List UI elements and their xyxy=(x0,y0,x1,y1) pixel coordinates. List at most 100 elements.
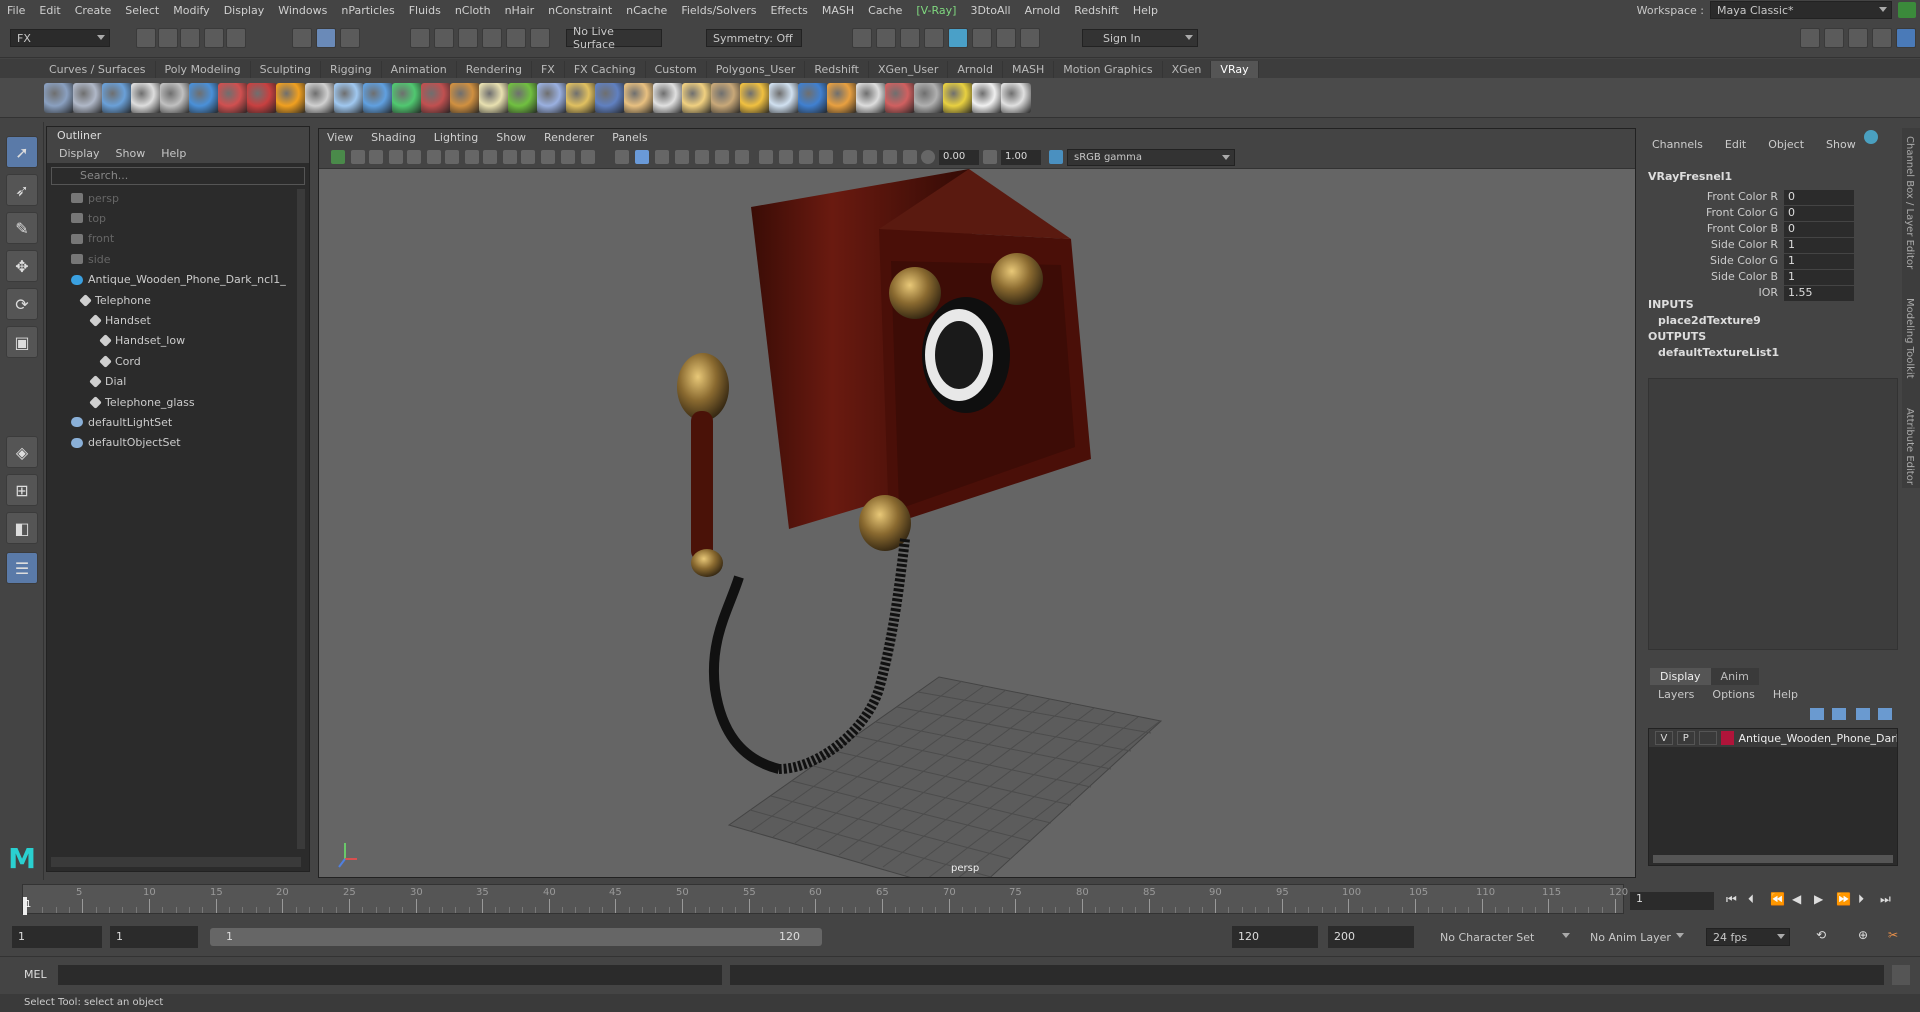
vray-shelf-icon-18[interactable] xyxy=(537,83,567,113)
xray-components-icon[interactable] xyxy=(883,150,897,164)
modeling-toolkit-icon[interactable] xyxy=(1800,28,1820,48)
vray-shelf-icon-23[interactable] xyxy=(682,83,712,113)
outliner-item-antique-wooden-phone-dark-ncl1[interactable]: Antique_Wooden_Phone_Dark_ncl1_ xyxy=(71,271,286,289)
smooth-shade-icon[interactable] xyxy=(635,150,649,164)
anim-prefs-icon[interactable]: ✂ xyxy=(1888,928,1898,942)
field-chart-icon[interactable] xyxy=(541,150,555,164)
vray-shelf-icon-28[interactable] xyxy=(827,83,857,113)
time-slider-bar[interactable]: 1 5 10 15 20 25 30 35 40 45 50 55 60 65 70 75 80 85 90 95 1… xyxy=(22,884,1628,915)
shelf-tab-xgen[interactable]: XGen xyxy=(1163,61,1212,78)
vray-shelf-icon-15[interactable] xyxy=(450,83,480,113)
xray-icon[interactable] xyxy=(843,150,857,164)
outliner-search-input[interactable]: Search... xyxy=(51,167,305,185)
anim-layer-dropdown[interactable]: No Anim Layer xyxy=(1584,928,1688,946)
move-layer-up-icon[interactable] xyxy=(1810,708,1824,720)
script-editor-icon[interactable] xyxy=(1892,965,1910,985)
camera-select-icon[interactable] xyxy=(351,150,365,164)
attribute-value-field[interactable]: 0 xyxy=(1784,206,1854,221)
layer-color-swatch[interactable] xyxy=(1720,731,1735,745)
playback-start-field[interactable]: 1 xyxy=(110,926,198,948)
outliner-item-cord[interactable]: Cord xyxy=(99,352,141,370)
outliner-menu-display[interactable]: Display xyxy=(59,147,100,161)
loop-icon[interactable]: ⟲ xyxy=(1816,928,1826,942)
anti-alias-icon[interactable] xyxy=(779,150,793,164)
vray-shelf-icon-19[interactable] xyxy=(566,83,596,113)
layer-scrollbar[interactable] xyxy=(1653,855,1893,863)
vray-shelf-icon-25[interactable] xyxy=(740,83,770,113)
menu-edit[interactable]: Edit xyxy=(32,4,67,17)
range-slider[interactable]: 1 120 xyxy=(210,928,822,946)
anim-start-field[interactable]: 1 xyxy=(12,926,102,948)
channelbox-menu-object[interactable]: Object xyxy=(1768,138,1804,151)
shelf-tab-arnold[interactable]: Arnold xyxy=(948,61,1003,78)
outliner-item-persp[interactable]: persp xyxy=(71,189,119,207)
shelf-tab-motion-graphics[interactable]: Motion Graphics xyxy=(1054,61,1163,78)
attribute-value-field[interactable]: 0 xyxy=(1784,222,1854,237)
shelf-tab-fx-caching[interactable]: FX Caching xyxy=(565,61,646,78)
render-stop-icon[interactable] xyxy=(996,28,1016,48)
shelf-tab-mash[interactable]: MASH xyxy=(1003,61,1055,78)
viewport-menu-lighting[interactable]: Lighting xyxy=(434,131,478,145)
menu-select[interactable]: Select xyxy=(118,4,166,17)
layer-menu-help[interactable]: Help xyxy=(1773,688,1798,701)
vray-shelf-icon-20[interactable] xyxy=(595,83,625,113)
ipr-icon[interactable] xyxy=(900,28,920,48)
snap-curve-icon[interactable] xyxy=(434,28,454,48)
menu-create[interactable]: Create xyxy=(68,4,119,17)
vray-shelf-icon-6[interactable] xyxy=(189,83,219,113)
four-pane-icon[interactable]: ⊞ xyxy=(6,474,38,506)
viewport-canvas[interactable]: persp xyxy=(319,169,1635,896)
menu-effects[interactable]: Effects xyxy=(763,4,814,17)
attribute-row-front-color-b[interactable]: Front Color B 0 xyxy=(1644,222,1900,237)
outliner-layout-icon[interactable]: ☰ xyxy=(6,552,38,584)
attribute-row-side-color-r[interactable]: Side Color R 1 xyxy=(1644,238,1900,253)
playback-end-field[interactable]: 120 xyxy=(1232,926,1318,948)
attribute-value-field[interactable]: 1 xyxy=(1784,238,1854,253)
vray-shelf-icon-26[interactable] xyxy=(769,83,799,113)
safe-action-icon[interactable] xyxy=(561,150,575,164)
outliner-item-handset-low[interactable]: Handset_low xyxy=(99,332,185,350)
step-forward-key-icon[interactable]: ⏩ xyxy=(1836,892,1851,906)
menu-ncache[interactable]: nCache xyxy=(619,4,674,17)
menu-windows[interactable]: Windows xyxy=(271,4,334,17)
go-to-end-icon[interactable]: ⏭ xyxy=(1880,892,1891,907)
outliner-item-defaultlightset[interactable]: defaultLightSet xyxy=(71,413,172,431)
channelbox-menu-show[interactable]: Show xyxy=(1826,138,1856,151)
rotate-tool-icon[interactable]: ⟳ xyxy=(6,288,38,320)
menu-help[interactable]: Help xyxy=(1126,4,1165,17)
vray-shelf-icon-17[interactable] xyxy=(508,83,538,113)
vray-shelf-icon-4[interactable] xyxy=(131,83,161,113)
menu-modify[interactable]: Modify xyxy=(166,4,216,17)
outliner-menu-show[interactable]: Show xyxy=(116,147,146,161)
menu-arnold[interactable]: Arnold xyxy=(1018,4,1068,17)
outliner-item-front[interactable]: front xyxy=(71,230,114,248)
vray-shelf-icon-12[interactable] xyxy=(363,83,393,113)
vray-shelf-icon-30[interactable] xyxy=(885,83,915,113)
two-pane-icon[interactable]: ◧ xyxy=(6,512,38,544)
menu-cache[interactable]: Cache xyxy=(861,4,909,17)
shelf-tab-rigging[interactable]: Rigging xyxy=(321,61,382,78)
attribute-value-field[interactable]: 1.55 xyxy=(1784,286,1854,301)
motion-blur-icon[interactable] xyxy=(759,150,773,164)
outliner-hscrollbar[interactable] xyxy=(51,857,301,867)
outliner-item-dial[interactable]: Dial xyxy=(89,373,126,391)
attribute-row-side-color-b[interactable]: Side Color B 1 xyxy=(1644,270,1900,285)
gamma-icon[interactable] xyxy=(983,150,997,164)
viewport-menu-view[interactable]: View xyxy=(327,131,353,145)
shelf-tab-sculpting[interactable]: Sculpting xyxy=(251,61,321,78)
vfb-icon[interactable] xyxy=(972,28,992,48)
layer-editor-icon[interactable] xyxy=(1896,28,1916,48)
mel-label[interactable]: MEL xyxy=(24,968,47,981)
outliner-item-telephone[interactable]: Telephone xyxy=(79,291,151,309)
vray-shelf-icon-11[interactable] xyxy=(334,83,364,113)
menu-v-ray[interactable]: [V-Ray] xyxy=(909,4,963,17)
menu-display[interactable]: Display xyxy=(217,4,272,17)
tab-channel-box[interactable]: Channel Box / Layer Editor xyxy=(1904,136,1915,269)
outliner-item-side[interactable]: side xyxy=(71,250,111,268)
menu-file[interactable]: File xyxy=(0,4,32,17)
2d-pan-icon[interactable] xyxy=(427,150,441,164)
move-tool-icon[interactable]: ✥ xyxy=(6,250,38,282)
resolution-gate-icon[interactable] xyxy=(503,150,517,164)
wireframe-on-shaded-icon[interactable] xyxy=(655,150,669,164)
menu-nconstraint[interactable]: nConstraint xyxy=(541,4,619,17)
